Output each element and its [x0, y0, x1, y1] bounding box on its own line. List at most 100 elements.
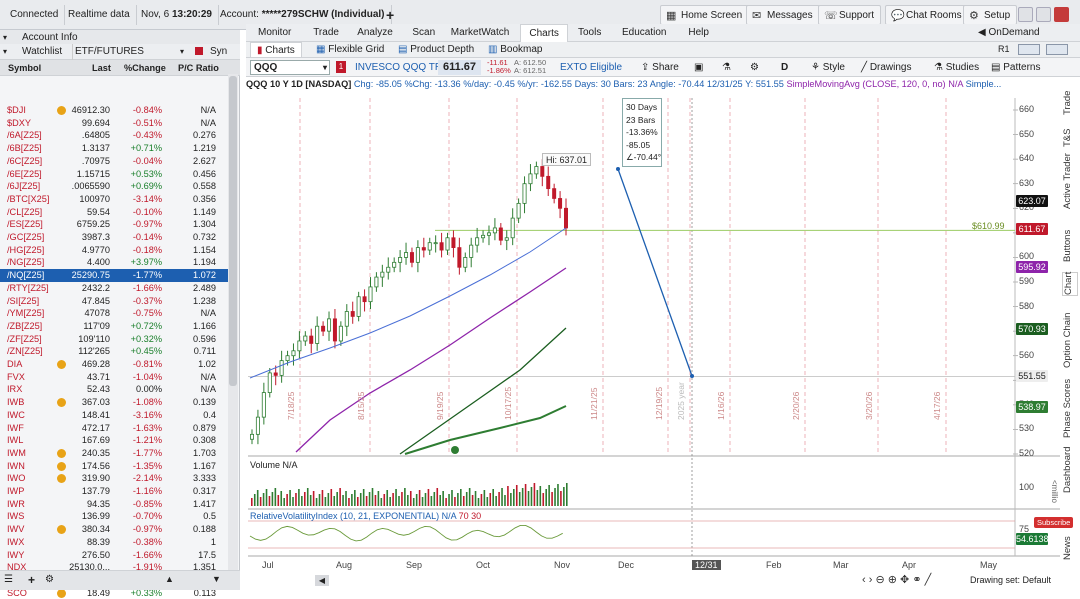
- volume-bar: [433, 492, 436, 506]
- time-axis-label: Jul: [262, 560, 274, 570]
- volume-bar: [348, 498, 350, 506]
- volume-bar: [377, 491, 380, 506]
- period-label: 3/20/26: [864, 391, 874, 420]
- volume-bar: [303, 492, 306, 506]
- measure-days: 30 Days: [626, 102, 658, 112]
- measure-bars: 23 Bars: [626, 114, 656, 125]
- side-tab-dashboard[interactable]: Dashboard: [1062, 445, 1078, 495]
- volume-bar: [265, 489, 268, 506]
- price-tag: 538.97: [1016, 401, 1048, 414]
- dividend-icon: [451, 446, 459, 454]
- high-label: Hi: 637.01: [542, 153, 592, 166]
- side-tab-phase-scores[interactable]: Phase Scores: [1062, 378, 1078, 438]
- price-chart[interactable]: [0, 0, 1080, 590]
- rvi-title: RelativeVolatilityIndex (10, 21, EXPONEN…: [250, 511, 440, 521]
- zoom-out-icon[interactable]: ⊖: [875, 574, 884, 586]
- trendline-handle[interactable]: [616, 167, 620, 171]
- draw-icon[interactable]: ╱: [925, 574, 932, 586]
- volume-bar: [253, 494, 256, 506]
- price-tag: 623.07: [1016, 194, 1048, 207]
- volume-bar: [474, 491, 477, 506]
- volume-bar: [439, 495, 442, 506]
- volume-bar: [507, 486, 509, 506]
- volume-bar: [492, 489, 495, 506]
- side-tab-news[interactable]: News: [1062, 530, 1078, 566]
- link-icon[interactable]: ⚭: [912, 574, 921, 586]
- price-axis-label: 580: [1019, 300, 1035, 311]
- zoom-in-icon[interactable]: ⊕: [888, 574, 897, 586]
- subscribe-badge[interactable]: Subscribe: [1034, 517, 1074, 528]
- volume-bar: [424, 493, 427, 506]
- rvi-na: N/A: [441, 511, 457, 521]
- side-tab-active-trader[interactable]: Active Trader: [1062, 152, 1078, 210]
- scroll-handle-icon[interactable]: ◀: [315, 575, 329, 586]
- volume-bar: [251, 498, 253, 506]
- volume-bar: [448, 494, 450, 506]
- pan-icon[interactable]: ✥: [900, 574, 909, 586]
- period-label: 8/15/25: [356, 391, 366, 420]
- volume-bar: [412, 498, 415, 506]
- volume-bar: [515, 485, 518, 506]
- volume-bar: [510, 493, 512, 506]
- volume-bar: [477, 498, 480, 506]
- volume-bar: [389, 497, 391, 506]
- price-tag: 611.67: [1016, 222, 1048, 235]
- volume-bar: [365, 496, 368, 506]
- volume-bar: [495, 496, 497, 506]
- volume-bar: [306, 488, 309, 506]
- volume-bar: [407, 495, 409, 506]
- volume-bar: [442, 491, 444, 506]
- volume-bar: [551, 492, 553, 506]
- volume-bar: [527, 491, 530, 506]
- volume-bar: [286, 494, 288, 506]
- volume-bar: [409, 491, 412, 506]
- volume-bar: [374, 495, 377, 506]
- volume-bar: [460, 489, 462, 506]
- price-tag: 551.55: [1016, 370, 1048, 383]
- volume-bar: [563, 487, 565, 506]
- volume-bar: [359, 493, 362, 506]
- chevron-right-icon[interactable]: ›: [869, 574, 873, 586]
- volume-bar: [356, 497, 359, 506]
- volume-bar: [289, 490, 291, 506]
- period-label: 2/20/26: [791, 391, 801, 420]
- volume-bar: [542, 493, 545, 506]
- side-tab-buttons[interactable]: Buttons: [1062, 225, 1078, 267]
- side-tab-option-chain[interactable]: Option Chain: [1062, 310, 1078, 370]
- volume-bar: [395, 489, 397, 506]
- volume-bar: [462, 496, 465, 506]
- volume-bar: [274, 488, 277, 506]
- volume-bar: [324, 497, 327, 506]
- volume-bar: [362, 489, 365, 506]
- volume-bar: [309, 495, 312, 506]
- volume-bar: [501, 488, 503, 506]
- chevron-left-icon[interactable]: ‹: [862, 574, 866, 586]
- price-axis-label: 560: [1019, 349, 1035, 360]
- volume-bar: [386, 490, 389, 506]
- volume-bar: [489, 493, 492, 506]
- measure-angle: ∠-70.44°: [626, 152, 662, 162]
- volume-bar: [415, 494, 418, 506]
- price-axis-label: 640: [1019, 153, 1035, 164]
- volume-bar: [368, 492, 371, 506]
- volume-bar: [318, 494, 321, 506]
- side-tab-t-s[interactable]: T&S: [1062, 126, 1078, 150]
- trendline-handle[interactable]: [690, 374, 694, 378]
- volume-bar: [351, 494, 353, 506]
- volume-bar: [380, 498, 383, 506]
- price-axis-label: 530: [1019, 423, 1035, 434]
- volume-bar: [498, 492, 500, 506]
- side-tab-trade[interactable]: Trade: [1062, 88, 1078, 118]
- period-label: 11/21/25: [589, 387, 599, 420]
- period-label: 12/19/25: [654, 386, 664, 420]
- time-axis-label: Apr: [902, 560, 917, 570]
- side-tab-chart[interactable]: Chart: [1062, 272, 1078, 296]
- price-tag: 570.93: [1016, 322, 1048, 335]
- drawing-set-label[interactable]: Drawing set: Default: [970, 575, 1051, 585]
- volume-bar: [262, 493, 265, 506]
- volume-bar: [521, 488, 524, 506]
- period-label: 2025 year: [676, 382, 686, 420]
- volume-bar: [560, 491, 562, 506]
- volume-bar: [421, 497, 424, 506]
- volume-bar: [504, 495, 506, 506]
